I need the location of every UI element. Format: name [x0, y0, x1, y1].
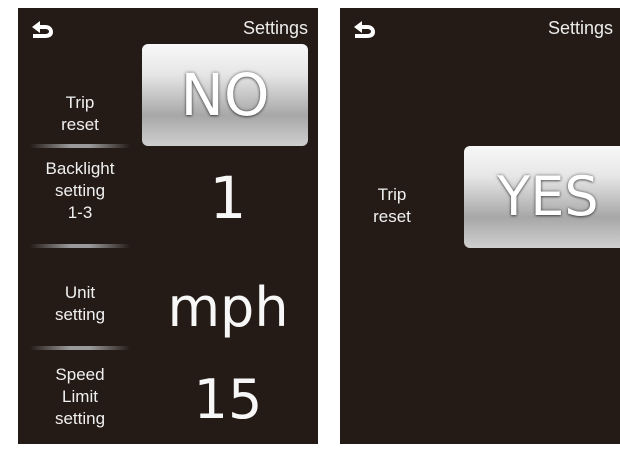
label-line: setting	[54, 305, 106, 324]
label-line: Limit	[62, 387, 98, 406]
unit-value[interactable]: mph	[148, 270, 308, 346]
trip-reset-toggle-button[interactable]: YES	[464, 146, 620, 248]
speed-limit-value[interactable]: 15	[148, 360, 308, 440]
label-line: Unit	[64, 283, 96, 302]
trip-reset-label: Trip reset	[20, 92, 140, 136]
label-line: setting	[54, 409, 106, 428]
backlight-value[interactable]: 1	[148, 158, 308, 238]
backlight-setting-label: Backlight setting 1-3	[20, 158, 140, 224]
label-line: Backlight	[45, 159, 115, 178]
label-line: Trip	[65, 93, 95, 112]
settings-screen-left: Settings Trip reset NO Backlight setting…	[18, 8, 318, 444]
label-line: reset	[373, 207, 411, 226]
screen-title: Settings	[242, 18, 308, 38]
label-line: Speed	[55, 365, 105, 384]
back-arrow-icon[interactable]	[350, 18, 378, 42]
label-line: 1-3	[67, 203, 93, 222]
settings-screen-right: Settings Trip reset YES	[340, 8, 620, 444]
screen-title: Settings	[548, 18, 614, 38]
divider	[30, 244, 130, 248]
speed-limit-setting-label: Speed Limit setting	[20, 364, 140, 430]
label-line: reset	[61, 115, 99, 134]
back-arrow-icon[interactable]	[28, 18, 56, 42]
divider	[30, 144, 130, 148]
label-line: Trip	[377, 185, 407, 204]
unit-setting-label: Unit setting	[20, 282, 140, 326]
divider	[30, 346, 130, 350]
trip-reset-toggle-button[interactable]: NO	[142, 44, 308, 146]
label-line: setting	[54, 181, 106, 200]
trip-reset-label: Trip reset	[340, 184, 452, 228]
